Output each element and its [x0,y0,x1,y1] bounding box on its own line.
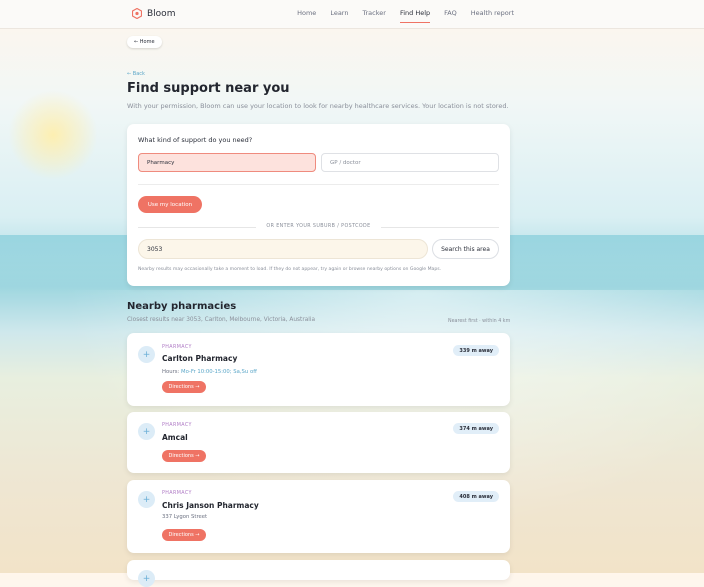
bloom-logo-icon [132,8,142,19]
main-nav: Home Learn Tracker Find Help FAQ Health … [283,9,514,23]
pharmacy-address: 337 Lygon Street [162,514,208,520]
pharmacy-cross-icon: + [138,346,155,363]
pharmacy-category: PHARMACY [162,491,192,496]
nav-item-home[interactable]: Home [297,9,316,17]
pharmacy-hours: Hours: Mo-Fr 10:00-15:00; Sa,Su off [162,369,257,375]
nav-item-find-help[interactable]: Find Help [399,9,431,23]
support-question: What kind of support do you need? [138,136,253,144]
top-navigation-bar: Bloom Home Learn Tracker Find Help FAQ H… [0,0,704,29]
pharmacy-card[interactable]: + PHARMACY Amcal 374 m away Directions → [127,412,510,473]
loading-note: Nearby results may occasionally take a m… [138,267,442,272]
brand-name: Bloom [147,8,176,19]
page-subtitle: With your permission, Bloom can use your… [127,102,509,110]
support-finder-card: What kind of support do you need? Pharma… [127,124,510,286]
or-separator: OR ENTER YOUR SUBURB / POSTCODE [138,223,499,231]
pharmacy-cross-icon: + [138,491,155,508]
option-gp-doctor[interactable]: GP / doctor [321,153,499,172]
home-button[interactable]: ← Home [127,36,162,48]
postcode-input[interactable]: 3053 [138,239,428,259]
results-title: Nearby pharmacies [127,301,237,312]
pharmacy-card-partial[interactable]: + [127,560,510,587]
nav-item-health-report[interactable]: Health report [471,9,514,17]
pharmacy-name: Amcal [162,433,188,442]
directions-button[interactable]: Directions → [162,450,206,462]
pharmacy-category: PHARMACY [162,345,192,350]
distance-badge: 374 m away [453,423,499,434]
directions-button[interactable]: Directions → [162,529,206,541]
hours-value: Mo-Fr 10:00-15:00; Sa,Su off [181,369,257,375]
directions-button[interactable]: Directions → [162,381,206,393]
search-area-button[interactable]: Search this area [432,239,499,259]
option-pharmacy[interactable]: Pharmacy [138,153,316,172]
brand[interactable]: Bloom [132,8,175,19]
pharmacy-cross-icon: + [138,423,155,440]
nav-item-tracker[interactable]: Tracker [362,9,385,17]
nav-item-learn[interactable]: Learn [330,9,348,17]
back-link[interactable]: ← Back [127,71,145,77]
page-title: Find support near you [127,81,290,96]
divider [138,184,499,185]
distance-badge: 339 m away [453,345,499,356]
pharmacy-card[interactable]: + PHARMACY Carlton Pharmacy Hours: Mo-Fr… [127,333,510,406]
hours-label: Hours: [162,369,180,375]
pharmacy-card[interactable]: + PHARMACY Chris Janson Pharmacy 337 Lyg… [127,480,510,553]
use-my-location-button[interactable]: Use my location [138,196,202,213]
pharmacy-name: Chris Janson Pharmacy [162,501,259,510]
distance-badge: 408 m away [453,491,499,502]
results-sort-meta: Nearest first · within 4 km [448,319,511,324]
separator-line-right [381,227,499,228]
pharmacy-category: PHARMACY [162,423,192,428]
results-subtitle: Closest results near 3053, Carlton, Melb… [127,317,316,323]
background-sun [8,90,98,180]
pharmacy-name: Carlton Pharmacy [162,354,238,363]
nav-item-faq[interactable]: FAQ [444,9,457,17]
